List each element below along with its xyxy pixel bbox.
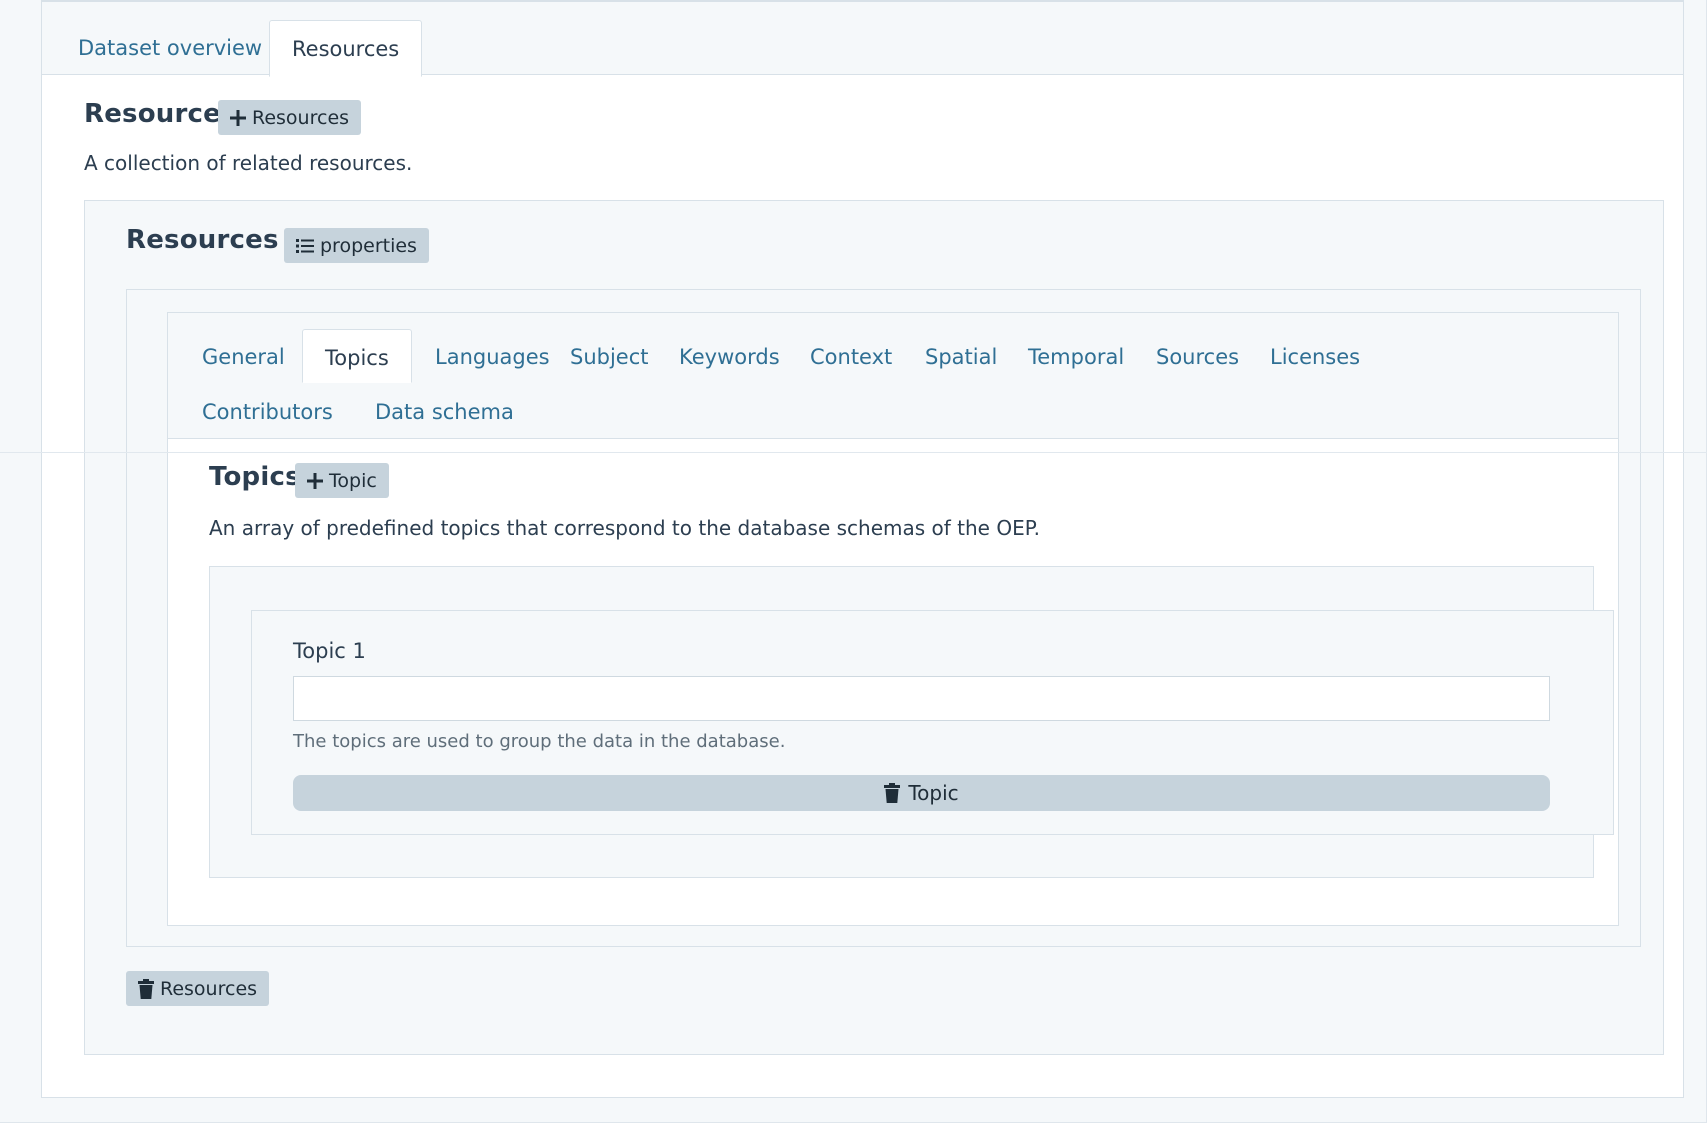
delete-resource-label: Resources: [160, 977, 258, 1000]
topic-1-help-text: The topics are used to group the data in…: [293, 731, 786, 752]
properties-tab-bar: General Topics Languages Subject Keyword…: [168, 313, 1618, 439]
trash-icon: [884, 783, 901, 803]
add-resource-button[interactable]: Resources: [218, 100, 362, 135]
properties-panel: General Topics Languages Subject Keyword…: [126, 289, 1641, 947]
tab-dataset-overview[interactable]: Dataset overview: [56, 20, 284, 77]
page-divider-line: [0, 452, 1707, 453]
tab-resources[interactable]: Resources: [269, 20, 423, 77]
add-topic-label: Topic: [329, 469, 377, 492]
plus-icon: [307, 472, 323, 489]
resources-heading: Resources: [84, 99, 237, 129]
topics-description: An array of predefined topics that corre…: [209, 516, 1041, 540]
tab-topics[interactable]: Topics: [302, 329, 412, 383]
tab-subject[interactable]: Subject: [548, 329, 671, 383]
tab-context[interactable]: Context: [788, 329, 914, 383]
topic-1-input[interactable]: [293, 676, 1550, 721]
list-icon: [296, 238, 314, 254]
delete-resource-button[interactable]: Resources: [126, 971, 270, 1006]
resources-description: A collection of related resources.: [84, 151, 413, 175]
resource-item-panel: Resources 1 properties General Topics La…: [84, 200, 1664, 1055]
resource-item-title: Resources 1: [126, 225, 307, 255]
topics-heading: Topics: [209, 462, 301, 492]
tab-sources[interactable]: Sources: [1134, 329, 1261, 383]
delete-topic-button[interactable]: Topic: [293, 775, 1550, 811]
add-topic-button[interactable]: Topic: [295, 463, 389, 498]
dataset-card: Dataset overview Resources Resources Res…: [41, 0, 1684, 1098]
tab-licenses[interactable]: Licenses: [1248, 329, 1382, 383]
outer-tab-bar: Dataset overview Resources: [42, 0, 1683, 77]
tab-temporal[interactable]: Temporal: [1006, 329, 1146, 383]
plus-icon: [230, 109, 246, 126]
tab-general[interactable]: General: [180, 329, 307, 383]
topic-1-label: Topic 1: [293, 639, 366, 663]
tab-spatial[interactable]: Spatial: [903, 329, 1019, 383]
topic-entry-panel: Topic 1 The topics are used to group the…: [251, 610, 1614, 835]
tab-data-schema[interactable]: Data schema: [353, 384, 536, 438]
properties-button[interactable]: properties: [284, 228, 429, 263]
tab-contributors[interactable]: Contributors: [180, 384, 355, 438]
delete-topic-label: Topic: [908, 781, 959, 805]
trash-icon: [138, 978, 154, 999]
page-background: Dataset overview Resources Resources Res…: [0, 0, 1707, 1123]
tab-keywords[interactable]: Keywords: [657, 329, 802, 383]
add-resource-label: Resources: [252, 106, 350, 129]
properties-label: properties: [320, 234, 417, 257]
topics-list-panel: Topic 1 The topics are used to group the…: [209, 566, 1614, 878]
properties-tabs-container: General Topics Languages Subject Keyword…: [167, 312, 1619, 926]
